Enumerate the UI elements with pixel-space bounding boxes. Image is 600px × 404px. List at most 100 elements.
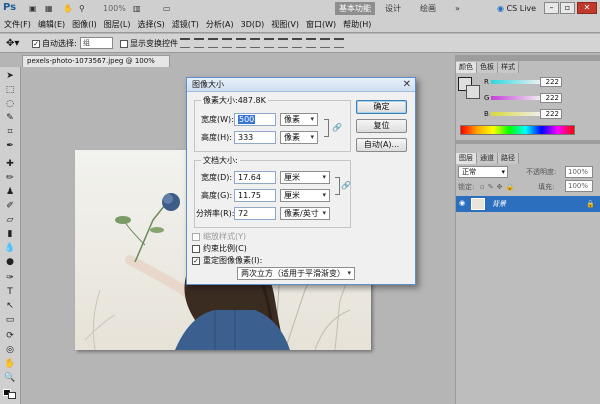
zoom-level[interactable]: 100% <box>100 2 129 15</box>
screen-mode-icon[interactable]: ▭ <box>160 2 174 15</box>
distribute-hcenter-icon[interactable] <box>320 38 330 48</box>
distribute-left-icon[interactable] <box>306 38 316 48</box>
tab-paths[interactable]: 路径 <box>498 153 519 164</box>
align-hcenter-icon[interactable] <box>236 38 246 48</box>
minimize-button[interactable]: – <box>544 2 559 14</box>
blur-tool-icon[interactable]: 💧 <box>4 243 16 253</box>
tab-swatches[interactable]: 色板 <box>477 62 498 73</box>
move-tool-icon[interactable]: ✥▾ <box>6 37 19 50</box>
history-brush-tool-icon[interactable]: ✐ <box>4 201 16 211</box>
bridge-icon[interactable]: ▣ <box>26 2 40 15</box>
tab-color[interactable]: 颜色 <box>456 62 477 73</box>
doc-width-unit-select[interactable]: 厘米 ▾ <box>280 171 330 184</box>
dialog-close-icon[interactable]: ✕ <box>403 79 411 91</box>
gradient-tool-icon[interactable]: ▮ <box>4 229 16 239</box>
brush-tool-icon[interactable]: ✏ <box>4 173 16 183</box>
move-tool-icon[interactable]: ➤ <box>4 71 16 81</box>
eraser-tool-icon[interactable]: ▱ <box>4 215 16 225</box>
align-top-icon[interactable] <box>180 38 190 48</box>
menu-image[interactable]: 图像(I) <box>72 18 97 32</box>
cs-live-button[interactable]: ◉ CS Live <box>497 2 536 15</box>
channel-b-slider[interactable] <box>491 112 541 116</box>
blend-mode-select[interactable]: 正常 ▾ <box>458 166 508 178</box>
pixel-width-unit-select[interactable]: 像素 ▾ <box>280 113 318 126</box>
arrange-icon[interactable]: ▥ <box>130 2 144 15</box>
pixel-height-unit-select[interactable]: 像素 ▾ <box>280 131 318 144</box>
distribute-bottom-icon[interactable] <box>292 38 302 48</box>
doc-width-input[interactable]: 17.64 <box>234 171 276 184</box>
fill-field[interactable]: 100% <box>565 180 593 192</box>
crop-tool-icon[interactable]: ⌗ <box>4 127 16 137</box>
pen-tool-icon[interactable]: ✑ <box>4 273 16 283</box>
resample-method-select[interactable]: 两次立方（适用于平滑渐变） ▾ <box>237 267 355 280</box>
resolution-unit-select[interactable]: 像素/英寸 ▾ <box>280 207 330 220</box>
3d-rotate-tool-icon[interactable]: ⟳ <box>4 331 16 341</box>
menu-filter[interactable]: 滤镜(T) <box>172 18 199 32</box>
menu-layer[interactable]: 图层(L) <box>104 18 131 32</box>
doc-height-input[interactable]: 11.75 <box>234 189 276 202</box>
color-swatches-icon[interactable] <box>3 389 17 399</box>
distribute-top-icon[interactable] <box>264 38 274 48</box>
align-right-icon[interactable] <box>250 38 260 48</box>
shape-tool-icon[interactable]: ▭ <box>4 315 16 325</box>
clone-stamp-tool-icon[interactable]: ♟ <box>4 187 16 197</box>
resample-checkbox[interactable]: ✓ 重定图像像素(I): <box>192 256 262 266</box>
align-bottom-icon[interactable] <box>208 38 218 48</box>
restore-button[interactable]: ▫ <box>560 2 575 14</box>
menu-analysis[interactable]: 分析(A) <box>206 18 234 32</box>
lasso-tool-icon[interactable]: ◌ <box>4 99 16 109</box>
tab-channels[interactable]: 通道 <box>477 153 498 164</box>
healing-brush-tool-icon[interactable]: ✚ <box>4 159 16 169</box>
menu-help[interactable]: 帮助(H) <box>343 18 371 32</box>
workspace-design[interactable]: 设计 <box>385 2 401 15</box>
auto-button[interactable]: 自动(A)... <box>356 138 407 152</box>
menu-3d[interactable]: 3D(D) <box>241 18 265 32</box>
channel-b-value[interactable]: 222 <box>540 109 562 119</box>
pixel-width-input[interactable]: 500 <box>234 113 276 126</box>
pixel-height-input[interactable]: 333 <box>234 131 276 144</box>
align-left-icon[interactable] <box>222 38 232 48</box>
color-spectrum-bar[interactable] <box>460 125 575 135</box>
3d-orbit-tool-icon[interactable]: ◎ <box>4 345 16 355</box>
close-button[interactable]: ✕ <box>577 2 597 14</box>
channel-g-slider[interactable] <box>491 96 541 100</box>
auto-select-target[interactable]: 组 <box>80 37 113 49</box>
resolution-input[interactable]: 72 <box>234 207 276 220</box>
quick-select-tool-icon[interactable]: ✎ <box>4 113 16 123</box>
layer-row-background[interactable]: ◉ 背景 🔒 <box>456 196 600 212</box>
channel-r-value[interactable]: 222 <box>540 77 562 87</box>
zoom-quick-icon[interactable]: ⚲ <box>76 2 88 15</box>
menu-file[interactable]: 文件(F) <box>4 18 31 32</box>
channel-r-slider[interactable] <box>491 80 541 84</box>
workspace-painting[interactable]: 绘画 <box>420 2 436 15</box>
panel-collapse-bar[interactable] <box>455 55 600 61</box>
menu-edit[interactable]: 编辑(E) <box>38 18 65 32</box>
hand-tool-icon[interactable]: ✋ <box>4 359 16 369</box>
constrain-proportions-checkbox[interactable]: 约束比例(C) <box>192 244 247 254</box>
workspace-more-icon[interactable]: » <box>455 2 460 15</box>
visibility-eye-icon[interactable]: ◉ <box>459 199 468 208</box>
dodge-tool-icon[interactable]: ● <box>4 257 16 267</box>
menu-select[interactable]: 选择(S) <box>137 18 164 32</box>
opacity-field[interactable]: 100% <box>565 166 593 178</box>
distribute-right-icon[interactable] <box>334 38 344 48</box>
document-tab[interactable]: pexels-photo-1073567.jpeg @ 100%(RGB/8) <box>22 55 170 76</box>
eyedropper-tool-icon[interactable]: ✒ <box>4 141 16 151</box>
lock-icons[interactable]: ▫✎✥🔒 <box>480 182 517 192</box>
channel-g-value[interactable]: 222 <box>540 93 562 103</box>
auto-select-checkbox[interactable]: ✓ 自动选择: <box>32 37 77 50</box>
tab-layers[interactable]: 图层 <box>456 153 477 164</box>
menu-window[interactable]: 窗口(W) <box>306 18 336 32</box>
ok-button[interactable]: 确定 <box>356 100 407 114</box>
align-vcenter-icon[interactable] <box>194 38 204 48</box>
background-color-swatch[interactable] <box>466 85 480 99</box>
distribute-vcenter-icon[interactable] <box>278 38 288 48</box>
hand-quick-icon[interactable]: ✋ <box>60 2 76 15</box>
tab-styles[interactable]: 样式 <box>498 62 519 73</box>
menu-view[interactable]: 视图(V) <box>271 18 299 32</box>
type-tool-icon[interactable]: T <box>4 287 16 297</box>
zoom-tool-icon[interactable]: 🔍 <box>4 373 16 383</box>
marquee-tool-icon[interactable]: ⬚ <box>4 85 16 95</box>
path-select-tool-icon[interactable]: ↖ <box>4 301 16 311</box>
workspace-essentials[interactable]: 基本功能 <box>335 2 375 15</box>
